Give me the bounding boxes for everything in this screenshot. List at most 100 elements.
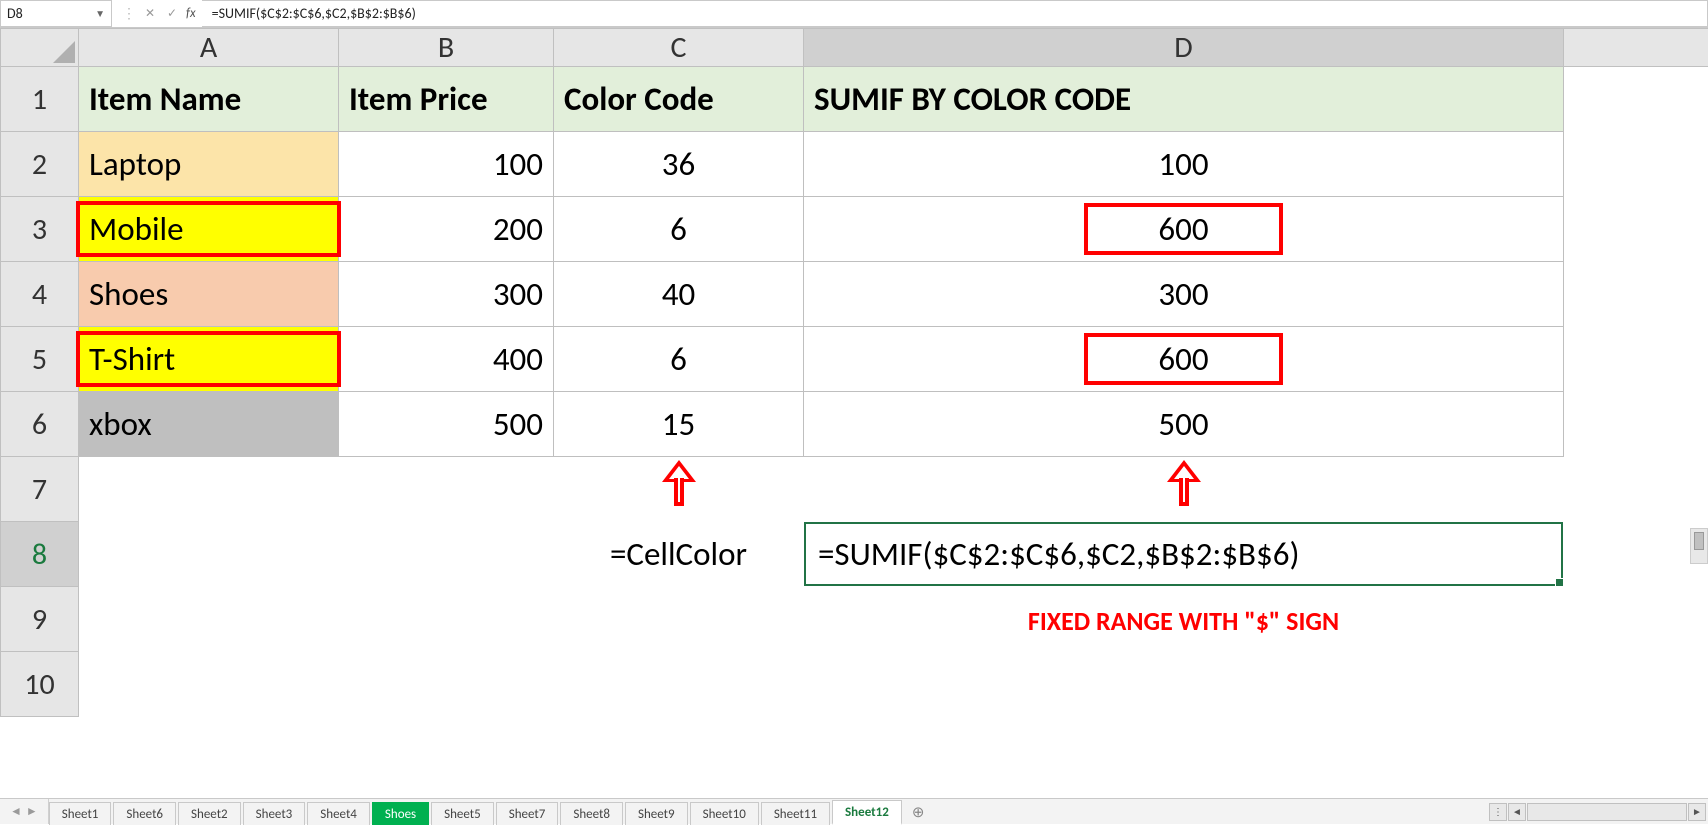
cell-B8[interactable]	[339, 522, 554, 587]
cell-A7[interactable]	[79, 457, 339, 522]
tab-sheet5[interactable]: Sheet5	[431, 802, 494, 825]
row-header-5[interactable]: 5	[1, 327, 79, 392]
cell-C5[interactable]: 6	[554, 327, 804, 392]
cell-A3[interactable]: Mobile	[79, 197, 339, 262]
formula-bar: D8 ▼ ⋮ ✕ ✓ fx =SUMIF($C$2:$C$6,$C2,$B$2:…	[0, 0, 1708, 28]
cell-D5[interactable]: 600	[804, 327, 1564, 392]
cell-D4[interactable]: 300	[804, 262, 1564, 327]
cell-B1[interactable]: Item Price	[339, 67, 554, 132]
cell-blank[interactable]	[1564, 587, 1708, 652]
scroll-right-icon[interactable]: ►	[1688, 803, 1706, 821]
tab-nav: ◄ ►	[0, 799, 49, 824]
tab-sheet12[interactable]: Sheet12	[832, 800, 902, 825]
tab-sheet2[interactable]: Sheet2	[178, 802, 241, 825]
cell-blank[interactable]	[1564, 132, 1708, 197]
row-header-7[interactable]: 7	[1, 457, 79, 522]
cell-B5[interactable]: 400	[339, 327, 554, 392]
row-header-1[interactable]: 1	[1, 67, 79, 132]
cell-A6[interactable]: xbox	[79, 392, 339, 457]
horizontal-scrollbar[interactable]: ⋮ ◄ ►	[1487, 799, 1708, 824]
select-all-corner[interactable]	[1, 29, 79, 67]
tab-sheet10[interactable]: Sheet10	[690, 802, 759, 825]
col-header-extra[interactable]	[1564, 29, 1708, 67]
cell-A9[interactable]	[79, 587, 339, 652]
cell-C1[interactable]: Color Code	[554, 67, 804, 132]
cell-B4[interactable]: 300	[339, 262, 554, 327]
cell-blank[interactable]	[1564, 457, 1708, 522]
cell-C7[interactable]	[554, 457, 804, 522]
cell-B7[interactable]	[339, 457, 554, 522]
cell-D9[interactable]: FIXED RANGE WITH "$" SIGN	[804, 587, 1564, 652]
tab-sheet7[interactable]: Sheet7	[496, 802, 559, 825]
row-header-10[interactable]: 10	[1, 652, 79, 717]
row-header-6[interactable]: 6	[1, 392, 79, 457]
tab-nav-next-icon[interactable]: ►	[26, 804, 38, 819]
confirm-icon[interactable]: ✓	[164, 6, 180, 21]
row-header-8[interactable]: 8	[1, 522, 79, 587]
worksheet: A B C D 1 Item Name Item Price Color Cod…	[0, 28, 1708, 798]
cell-B3[interactable]: 200	[339, 197, 554, 262]
name-box-dropdown-icon[interactable]: ▼	[95, 7, 105, 20]
cell-blank[interactable]	[1564, 67, 1708, 132]
row-header-4[interactable]: 4	[1, 262, 79, 327]
cell-D8-text: =SUMIF($C$2:$C$6,$C2,$B$2:$B$6)	[818, 534, 1299, 574]
cell-D2[interactable]: 100	[804, 132, 1564, 197]
cell-A1[interactable]: Item Name	[79, 67, 339, 132]
cell-C9[interactable]	[554, 587, 804, 652]
formula-text: =SUMIF($C$2:$C$6,$C2,$B$2:$B$6)	[212, 5, 416, 22]
tab-add-button[interactable]: ⊕	[904, 800, 933, 825]
col-header-B[interactable]: B	[339, 29, 554, 67]
cell-A4[interactable]: Shoes	[79, 262, 339, 327]
col-header-A[interactable]: A	[79, 29, 339, 67]
name-box[interactable]: D8 ▼	[0, 0, 112, 27]
tab-sheet9[interactable]: Sheet9	[625, 802, 688, 825]
tab-sheet3[interactable]: Sheet3	[243, 802, 306, 825]
cell-A2[interactable]: Laptop	[79, 132, 339, 197]
cell-A5[interactable]: T-Shirt	[79, 327, 339, 392]
cell-blank[interactable]	[1564, 197, 1708, 262]
row-header-3[interactable]: 3	[1, 197, 79, 262]
cell-D3[interactable]: 600	[804, 197, 1564, 262]
cell-row10[interactable]	[79, 652, 1708, 717]
scroll-track[interactable]	[1527, 803, 1687, 821]
cell-A8[interactable]	[79, 522, 339, 587]
grid[interactable]: A B C D 1 Item Name Item Price Color Cod…	[0, 28, 1708, 717]
cell-D7[interactable]	[804, 457, 1564, 522]
annotation-text: FIXED RANGE WITH "$" SIGN	[1028, 605, 1339, 637]
cell-blank[interactable]	[1564, 262, 1708, 327]
cell-blank[interactable]	[1564, 327, 1708, 392]
cell-D8[interactable]: =SUMIF($C$2:$C$6,$C2,$B$2:$B$6)	[804, 522, 1564, 587]
tabs: Sheet1Sheet6Sheet2Sheet3Sheet4ShoesSheet…	[49, 799, 935, 824]
formula-input[interactable]: =SUMIF($C$2:$C$6,$C2,$B$2:$B$6)	[202, 0, 1708, 27]
row-header-9[interactable]: 9	[1, 587, 79, 652]
vertical-scrollbar[interactable]	[1690, 528, 1708, 564]
tab-nav-prev-icon[interactable]: ◄	[10, 804, 22, 819]
cell-B2[interactable]: 100	[339, 132, 554, 197]
tab-sheet11[interactable]: Sheet11	[761, 802, 830, 825]
arrow-up-icon	[664, 460, 694, 510]
cell-B9[interactable]	[339, 587, 554, 652]
cell-D1[interactable]: SUMIF BY COLOR CODE	[804, 67, 1564, 132]
tab-sheet6[interactable]: Sheet6	[113, 802, 176, 825]
cell-C6[interactable]: 15	[554, 392, 804, 457]
cell-blank[interactable]	[1564, 392, 1708, 457]
tab-sheet8[interactable]: Sheet8	[560, 802, 623, 825]
tab-sheet1[interactable]: Sheet1	[49, 802, 112, 825]
cell-D6[interactable]: 500	[804, 392, 1564, 457]
cell-C4[interactable]: 40	[554, 262, 804, 327]
tab-shoes[interactable]: Shoes	[372, 802, 429, 825]
cell-blank[interactable]	[1564, 522, 1708, 587]
cancel-icon[interactable]: ✕	[142, 6, 158, 21]
row-header-2[interactable]: 2	[1, 132, 79, 197]
tab-sheet4[interactable]: Sheet4	[307, 802, 370, 825]
scroll-split-icon[interactable]: ⋮	[1489, 803, 1507, 821]
cell-B6[interactable]: 500	[339, 392, 554, 457]
cell-C2[interactable]: 36	[554, 132, 804, 197]
cell-C3[interactable]: 6	[554, 197, 804, 262]
col-header-C[interactable]: C	[554, 29, 804, 67]
fx-icon[interactable]: fx	[186, 6, 196, 21]
cell-C8[interactable]: =CellColor	[554, 522, 804, 587]
scroll-left-icon[interactable]: ◄	[1508, 803, 1526, 821]
formula-bar-controls: ⋮ ✕ ✓ fx	[112, 0, 202, 27]
col-header-D[interactable]: D	[804, 29, 1564, 67]
